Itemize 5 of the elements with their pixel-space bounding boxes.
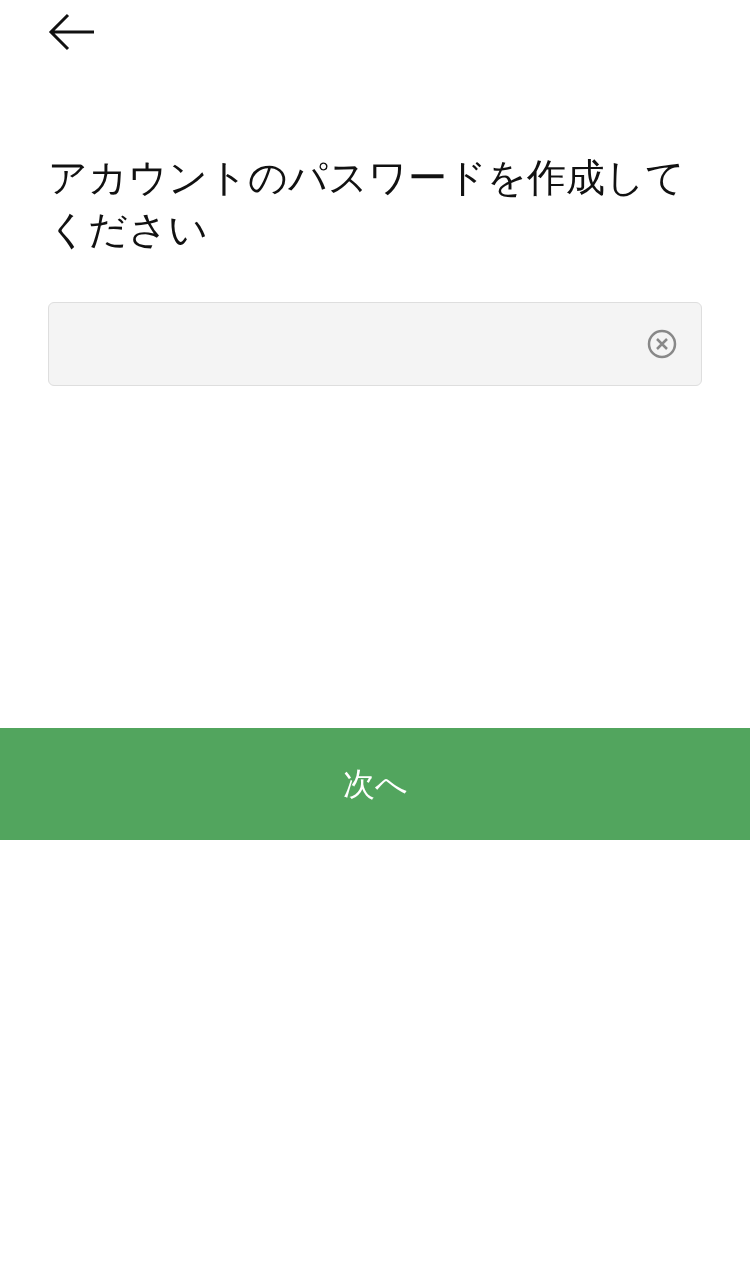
next-button[interactable]: 次へ (0, 728, 750, 840)
password-field[interactable] (48, 302, 702, 386)
back-icon[interactable] (48, 12, 96, 52)
clear-icon[interactable] (647, 329, 677, 359)
page-title: アカウントのパスワードを作成してください (48, 155, 686, 253)
